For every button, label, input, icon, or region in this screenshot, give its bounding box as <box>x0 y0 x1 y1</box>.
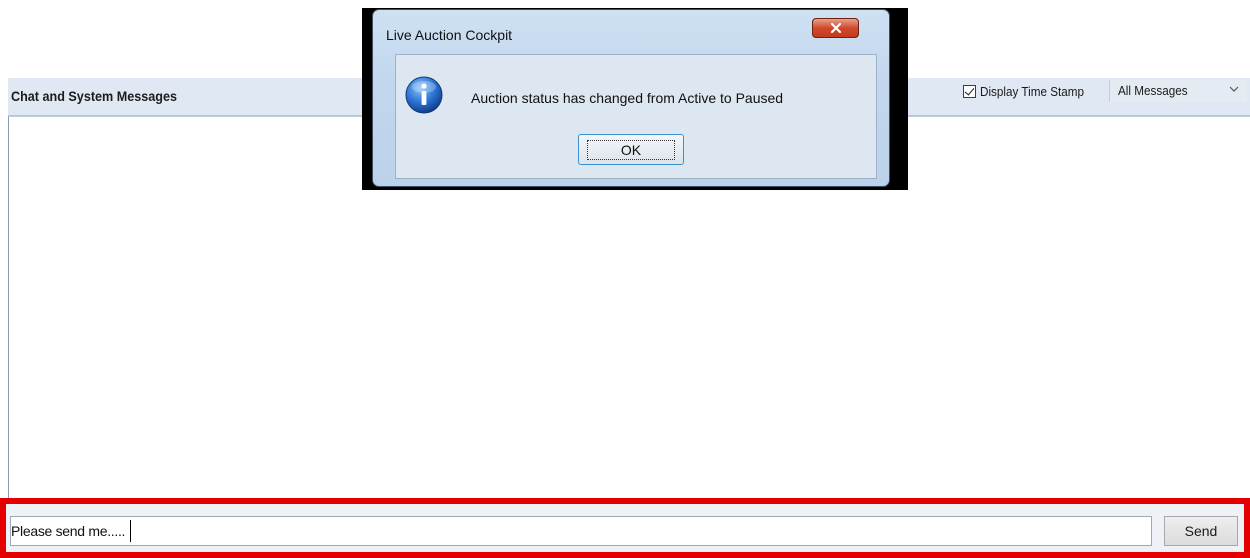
message-input-bar: Send <box>0 498 1250 558</box>
dialog-body: Auction status has changed from Active t… <box>395 54 877 179</box>
text-caret <box>130 520 131 542</box>
close-icon <box>830 22 841 34</box>
display-timestamp-toggle[interactable]: Display Time Stamp <box>963 82 1096 100</box>
display-timestamp-checkbox[interactable] <box>963 84 976 98</box>
auction-status-dialog: Live Auction Cockpit Auction status has … <box>362 8 908 190</box>
info-icon <box>405 76 443 114</box>
message-filter-value: All Messages <box>1118 83 1188 98</box>
display-timestamp-label: Display Time Stamp <box>980 83 1085 99</box>
ok-button[interactable]: OK <box>578 134 684 165</box>
send-button[interactable]: Send <box>1164 516 1238 546</box>
message-input[interactable] <box>10 516 1152 546</box>
dialog-title: Live Auction Cockpit <box>386 27 513 43</box>
ok-button-label: OK <box>586 139 676 160</box>
dialog-close-button[interactable] <box>812 18 859 38</box>
chevron-down-icon <box>1229 86 1239 92</box>
app-window: Chat and System Messages Display Time St… <box>0 0 1250 558</box>
dialog-frame: Live Auction Cockpit Auction status has … <box>372 9 890 187</box>
chat-panel-title: Chat and System Messages <box>11 88 177 104</box>
dialog-message: Auction status has changed from Active t… <box>471 90 784 106</box>
message-filter-select[interactable]: All Messages <box>1109 80 1247 102</box>
